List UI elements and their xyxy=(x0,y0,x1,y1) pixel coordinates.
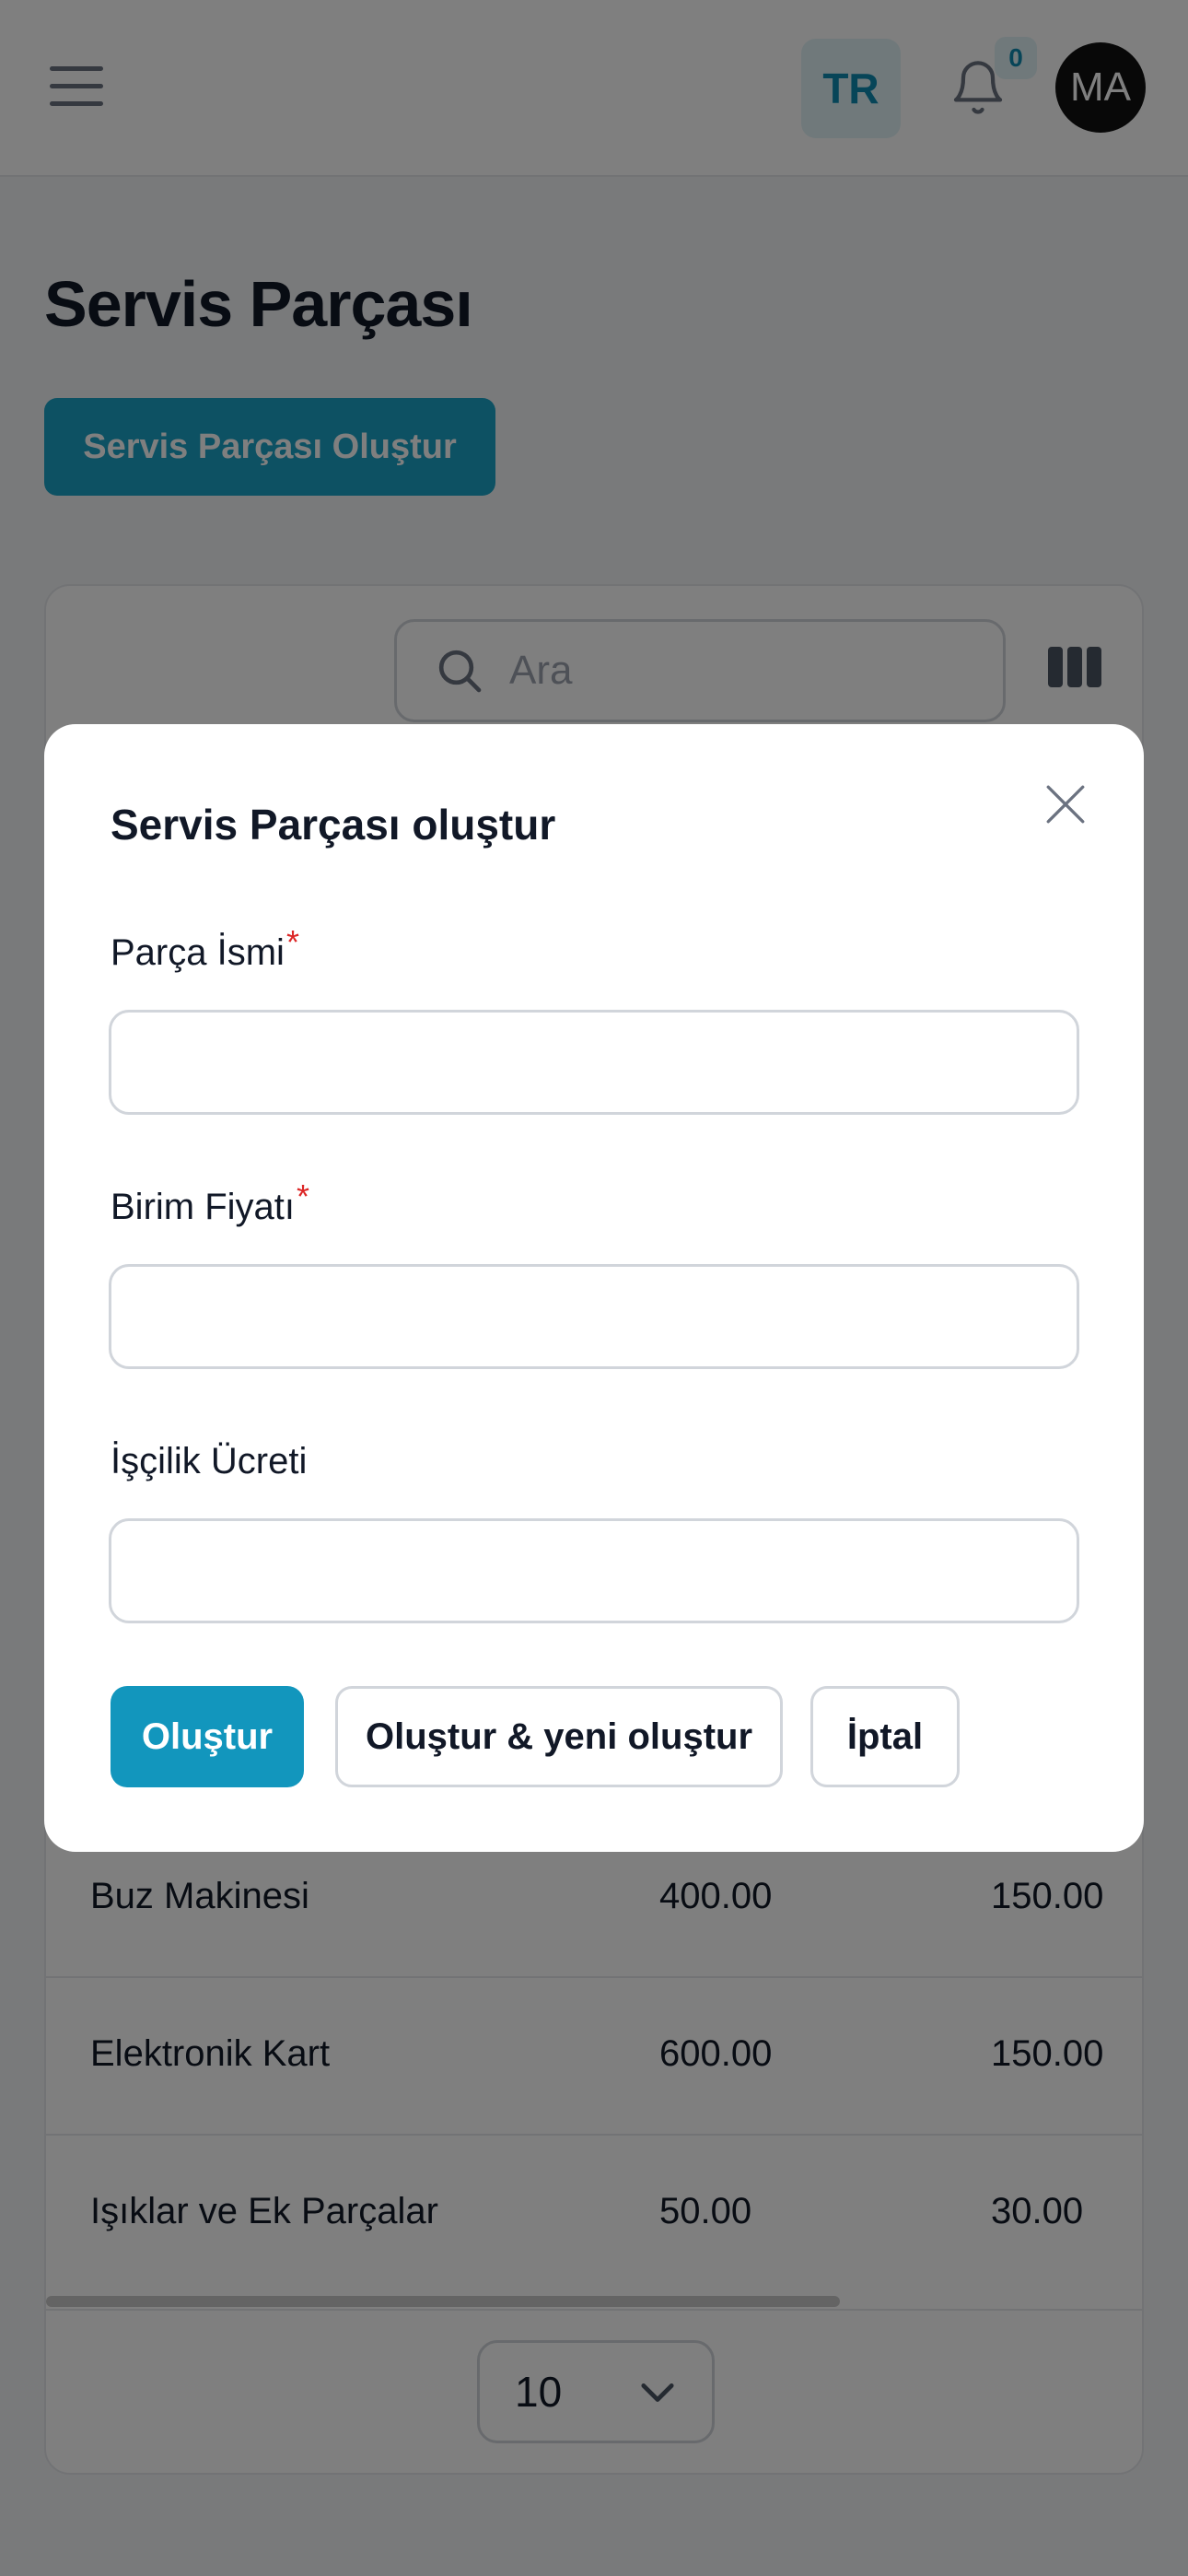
cancel-button[interactable]: İptal xyxy=(810,1686,960,1787)
required-marker: * xyxy=(297,1177,310,1215)
unit-price-input[interactable] xyxy=(109,1264,1079,1369)
required-marker: * xyxy=(285,923,299,961)
create-button[interactable]: Oluştur xyxy=(111,1686,304,1787)
create-service-part-modal: Servis Parçası oluştur Parça İsmi* Birim… xyxy=(44,724,1144,1852)
modal-title: Servis Parçası oluştur xyxy=(111,801,556,849)
labor-fee-label: İşçilik Ücreti xyxy=(111,1441,308,1481)
unit-price-label: Birim Fiyatı* xyxy=(111,1177,310,1227)
create-and-new-button[interactable]: Oluştur & yeni oluştur xyxy=(335,1686,783,1787)
part-name-input[interactable] xyxy=(109,1010,1079,1115)
part-name-label: Parça İsmi* xyxy=(111,923,299,973)
labor-fee-input[interactable] xyxy=(109,1518,1079,1623)
close-icon[interactable] xyxy=(1042,781,1089,827)
